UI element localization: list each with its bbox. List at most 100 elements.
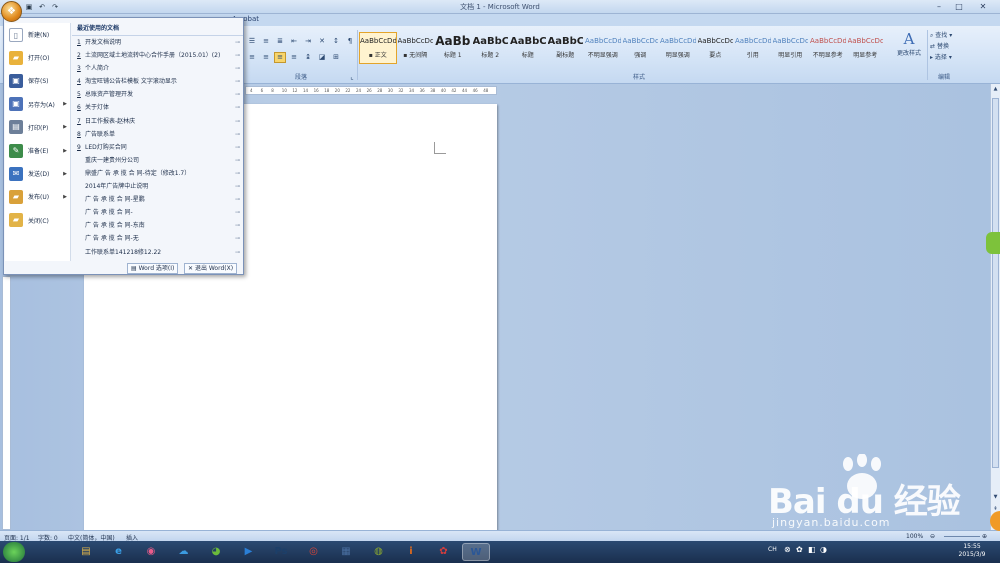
taskbar-app-button[interactable]: e [105, 543, 133, 561]
recent-document-item[interactable]: 工作联系单141218修12.22 ⊸ [72, 246, 243, 259]
scroll-thumb[interactable] [992, 98, 999, 468]
scroll-down-icon[interactable]: ▼ [992, 494, 999, 502]
pin-icon[interactable]: ⊸ [235, 88, 240, 101]
style-item[interactable]: AaBbCcDd 不明显强调 [584, 32, 622, 64]
taskbar-app-button[interactable]: ▦ [332, 543, 360, 561]
pin-icon[interactable]: ⊸ [235, 115, 240, 128]
pin-icon[interactable]: ⊸ [235, 206, 240, 219]
borders-icon[interactable]: ⊞ [330, 52, 342, 63]
taskbar-app-button[interactable]: ◉ [137, 543, 165, 561]
taskbar-app-button[interactable]: ◍ [365, 543, 393, 561]
start-button[interactable] [3, 542, 25, 562]
recent-document-item[interactable]: 8 广告联系单 ⊸ [72, 128, 243, 141]
pin-icon[interactable]: ⊸ [235, 232, 240, 245]
style-item[interactable]: AaBbCcDd ▪ 正文 [359, 32, 397, 64]
align-center-icon[interactable]: ≡ [260, 52, 272, 63]
recent-document-item[interactable]: 1 开发文档说明 ⊸ [72, 36, 243, 49]
align-left-icon[interactable]: ≡ [246, 52, 258, 63]
recent-document-item[interactable]: 鼎盛广 告 承 揽 合 同-待定（修改1.7） ⊸ [72, 167, 243, 180]
pin-icon[interactable]: ⊸ [235, 141, 240, 154]
tray-mic-icon[interactable]: ⊗ [784, 545, 791, 554]
justify-icon[interactable]: ≡ [288, 52, 300, 63]
office-menu-item[interactable]: ▰ 打开(O) [5, 46, 70, 69]
office-menu-item[interactable]: ▰ 关闭(C) [5, 209, 70, 232]
minimize-button[interactable]: – [930, 1, 948, 12]
recent-document-item[interactable]: 广 告 承 揽 合 同- ⊸ [72, 206, 243, 219]
line-spacing-icon[interactable]: ↨ [302, 52, 314, 63]
recent-document-item[interactable]: 2 土流网区域土地流转中心合作手册（2015.01）(2) ⊸ [72, 49, 243, 62]
pin-icon[interactable]: ⊸ [235, 246, 240, 259]
style-item[interactable]: AaBbCcDd 强调 [622, 32, 660, 64]
tray-network-icon[interactable]: ◧ [808, 545, 816, 554]
redo-icon[interactable]: ↷ [50, 2, 60, 12]
recent-document-item[interactable]: 4 淘宝旺铺公告栏模板 文字滚动显示 ⊸ [72, 75, 243, 88]
taskbar-app-button[interactable]: i [397, 543, 425, 561]
recent-document-item[interactable]: 5 总账资产管理开发 ⊸ [72, 88, 243, 101]
taskbar-app-button[interactable]: ✿ [430, 543, 458, 561]
recent-document-item[interactable]: 3 个人简介 ⊸ [72, 62, 243, 75]
show-marks-icon[interactable]: ¶ [344, 36, 356, 47]
bullets-icon[interactable]: ☰ [246, 36, 258, 47]
shading-icon[interactable]: ◪ [316, 52, 328, 63]
change-styles-button[interactable]: A 更改样式 [893, 30, 925, 70]
office-menu-item[interactable]: ▣ 另存为(A) ▶ [5, 93, 70, 116]
style-item[interactable]: AaBbCcDd 要点 [697, 32, 735, 64]
pin-icon[interactable]: ⊸ [235, 49, 240, 62]
maximize-button[interactable]: □ [950, 1, 968, 12]
numbering-icon[interactable]: ≡ [260, 36, 272, 47]
office-menu-item[interactable]: ▰ 发布(U) ▶ [5, 185, 70, 208]
pin-icon[interactable]: ⊸ [235, 193, 240, 206]
pin-icon[interactable]: ⊸ [235, 167, 240, 180]
taskbar-app-button[interactable]: ☁ [170, 543, 198, 561]
office-menu-item[interactable]: ▣ 保存(S) [5, 69, 70, 92]
multilevel-list-icon[interactable]: ≣ [274, 36, 286, 47]
taskbar-app-button[interactable]: ◕ [202, 543, 230, 561]
exit-word-button[interactable]: ✕ 退出 Word(X) [184, 263, 238, 274]
pin-icon[interactable]: ⊸ [235, 101, 240, 114]
office-menu-item[interactable]: ▤ 打印(P) ▶ [5, 116, 70, 139]
find-button[interactable]: ⌕ 查找 ▾ [930, 30, 990, 41]
style-item[interactable]: AaBbCcDd 明显强调 [659, 32, 697, 64]
taskbar-app-button[interactable]: ◎ [300, 543, 328, 561]
taskbar-app-button[interactable]: ▶ [235, 543, 263, 561]
word-options-button[interactable]: ▤ Word 选项(I) [127, 263, 179, 274]
office-menu-item[interactable]: ✎ 准备(E) ▶ [5, 139, 70, 162]
select-button[interactable]: ▸ 选择 ▾ [930, 52, 990, 63]
vertical-scrollbar[interactable]: ▲ ▼ ⇞ ⇟ [990, 84, 1000, 530]
align-right-icon[interactable]: ≡ [274, 52, 286, 63]
recent-document-item[interactable]: 7 日工作报表-赵林庆 ⊸ [72, 115, 243, 128]
style-item[interactable]: AaBbCcDd 明显引用 [772, 32, 810, 64]
close-button[interactable]: ✕ [969, 1, 997, 12]
increase-indent-icon[interactable]: ⇥ [302, 36, 314, 47]
tray-settings-icon[interactable]: ✿ [796, 545, 803, 554]
recent-document-item[interactable]: 2014年广告牌中止说明 ⊸ [72, 180, 243, 193]
style-item[interactable]: AaBbC 副标题 [547, 32, 585, 64]
pin-icon[interactable]: ⊸ [235, 219, 240, 232]
vertical-ruler[interactable] [2, 276, 11, 530]
taskbar-app-button[interactable]: W [462, 543, 490, 561]
style-item[interactable]: AaBbCcDd 引用 [734, 32, 772, 64]
chinese-layout-icon[interactable]: ✕ [316, 36, 328, 47]
recent-document-item[interactable]: 重庆一建贵州分公司 ⊸ [72, 154, 243, 167]
pin-icon[interactable]: ⊸ [235, 75, 240, 88]
taskbar-app-button[interactable]: ▤ [72, 543, 100, 561]
pin-icon[interactable]: ⊸ [235, 154, 240, 167]
floating-assistant-icon[interactable] [986, 232, 1000, 254]
decrease-indent-icon[interactable]: ⇤ [288, 36, 300, 47]
style-item[interactable]: AaBb 标题 1 [434, 32, 472, 64]
save-icon[interactable]: ▣ [24, 2, 34, 12]
office-button[interactable]: ❖ [1, 1, 22, 22]
style-item[interactable]: AaBbCcDd 不明显参考 [809, 32, 847, 64]
tray-volume-icon[interactable]: ◑ [820, 545, 827, 554]
style-item[interactable]: AaBbC 标题 2 [472, 32, 510, 64]
recent-document-item[interactable]: 广 告 承 揽 合 同-星鹏 ⊸ [72, 193, 243, 206]
pin-icon[interactable]: ⊸ [235, 128, 240, 141]
style-item[interactable]: AaBbC 标题 [509, 32, 547, 64]
input-language[interactable]: CH [768, 546, 777, 553]
sort-icon[interactable]: ↕ [330, 36, 342, 47]
recent-document-item[interactable]: 9 LED灯购买合同 ⊸ [72, 141, 243, 154]
recent-document-item[interactable]: 广 告 承 揽 合 同-无 ⊸ [72, 232, 243, 245]
office-menu-item[interactable]: ✉ 发送(D) ▶ [5, 162, 70, 185]
horizontal-ruler[interactable]: 4 6 8 10 12 14 16 18 20 22 24 26 28 30 32 34 36 38 40 42 44 4… [245, 86, 497, 95]
scroll-up-icon[interactable]: ▲ [992, 86, 999, 94]
